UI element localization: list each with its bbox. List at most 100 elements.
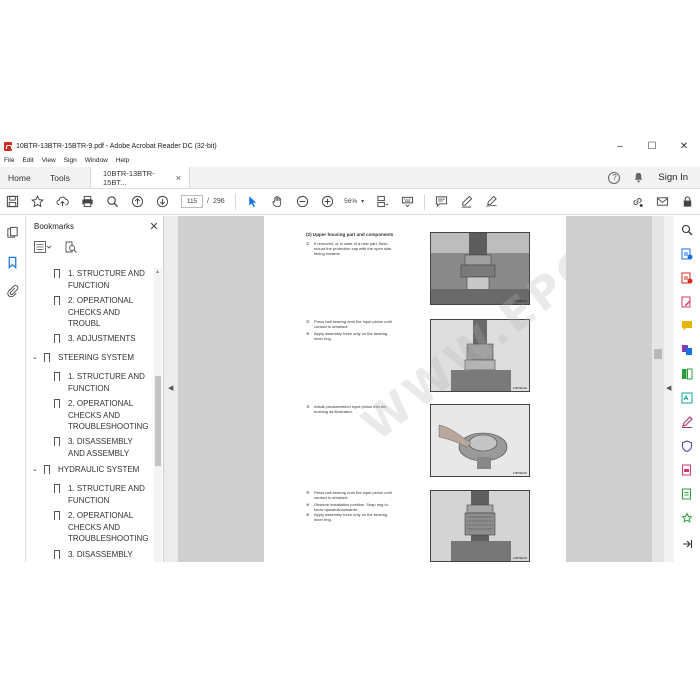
scroll-up-icon[interactable]: ▲ <box>155 269 160 275</box>
page-number-input[interactable]: 115 <box>181 195 203 208</box>
figure-image <box>431 320 529 391</box>
highlight-button[interactable] <box>454 191 479 213</box>
keyboard-tool-button[interactable] <box>395 191 420 213</box>
figure-image <box>431 491 529 561</box>
bell-icon <box>634 172 643 183</box>
previous-page-button[interactable] <box>125 191 150 213</box>
find-button[interactable] <box>100 191 125 213</box>
bookmark-ribbon-icon <box>44 353 50 365</box>
page-thumbnails-icon[interactable] <box>6 226 19 239</box>
zoom-search-icon[interactable] <box>681 224 693 236</box>
bookmark-item[interactable]: 3. ADJUSTMENTS <box>54 333 136 346</box>
chevron-down-icon: ▼ <box>360 198 366 205</box>
section-heading: (2) Upper housing part and components <box>306 232 394 237</box>
print-button[interactable] <box>75 191 100 213</box>
bookmark-section[interactable]: ⌄ STEERING SYSTEM <box>30 352 134 365</box>
bookmark-item[interactable]: 2. OPERATIONAL CHECKS AND TROUBLESHOOTIN… <box>54 398 148 433</box>
protect-button[interactable] <box>675 191 700 213</box>
note-mark: ※ <box>306 512 310 517</box>
figure-photo: 10BT9EX02 <box>430 319 530 392</box>
close-window-button[interactable]: ✕ <box>668 141 700 152</box>
email-button[interactable] <box>650 191 675 213</box>
comment-button[interactable] <box>429 191 454 213</box>
bookmarks-header: Bookmarks ✕ <box>26 216 163 236</box>
document-view: ◀ (2) Upper housing part and components … <box>164 216 664 562</box>
bookmark-item[interactable]: 2. OPERATIONAL CHECKS AND TROUBL <box>54 295 133 330</box>
zoom-level-select[interactable]: 56% ▼ <box>340 195 370 208</box>
close-panel-icon[interactable]: ✕ <box>145 220 163 233</box>
zoom-out-button[interactable] <box>290 191 315 213</box>
bookmark-panel-icon[interactable] <box>6 256 19 269</box>
bookmark-item[interactable]: 1. STRUCTURE AND FUNCTION <box>54 371 145 394</box>
page-layout-button[interactable] <box>370 191 395 213</box>
menu-sign[interactable]: Sign <box>64 157 77 164</box>
select-tool-button[interactable] <box>240 191 265 213</box>
bookmark-line: 3. DISASSEMBLY <box>68 550 133 559</box>
keyboard-icon <box>401 196 413 208</box>
edit-pdf-icon[interactable] <box>681 296 693 308</box>
bookmark-line: 2. OPERATIONAL <box>68 399 134 408</box>
next-page-button[interactable] <box>150 191 175 213</box>
bookmarks-scrollbar[interactable]: ▲ <box>154 268 162 562</box>
bookmark-item[interactable]: 1. STRUCTURE AND FUNCTION <box>54 268 145 291</box>
bookmark-star-button[interactable] <box>25 191 50 213</box>
help-button[interactable]: ? <box>602 167 626 188</box>
upload-button[interactable] <box>50 191 75 213</box>
bookmark-item[interactable]: 1. STRUCTURE AND FUNCTION <box>54 483 145 506</box>
attachments-icon[interactable] <box>6 284 19 297</box>
draw-button[interactable] <box>479 191 504 213</box>
toolbar-divider <box>423 193 425 210</box>
menu-edit[interactable]: Edit <box>22 157 33 164</box>
collapse-right-pane-icon[interactable] <box>681 538 693 550</box>
bookmark-ribbon-icon <box>54 372 60 384</box>
menu-help[interactable]: Help <box>116 157 129 164</box>
share-link-button[interactable] <box>625 191 650 213</box>
tab-document[interactable]: 10BTR-13BTR-15BT... × <box>90 167 190 188</box>
minimize-button[interactable]: – <box>604 141 636 152</box>
collapse-panel-button[interactable]: ◀ <box>164 216 178 562</box>
bookmark-section[interactable]: ⌄ HYDRAULIC SYSTEM <box>30 464 139 477</box>
document-scrollbar[interactable] <box>652 216 664 562</box>
tab-tools[interactable]: Tools <box>42 167 90 188</box>
fill-sign-icon[interactable] <box>681 416 693 428</box>
bookmark-item[interactable]: 3. DISASSEMBLY <box>54 549 133 562</box>
bookmark-line: AND ASSEMBLY <box>68 448 130 458</box>
zoom-in-button[interactable] <box>315 191 340 213</box>
bookmark-item[interactable]: 3. DISASSEMBLY AND ASSEMBLY <box>54 436 133 459</box>
combine-files-icon[interactable] <box>681 344 693 356</box>
scrollbar-thumb[interactable] <box>654 349 662 359</box>
scrollbar-thumb[interactable] <box>155 376 161 466</box>
save-button[interactable] <box>0 191 25 213</box>
menu-view[interactable]: View <box>42 157 56 164</box>
menu-window[interactable]: Window <box>85 157 108 164</box>
create-pdf-icon[interactable] <box>681 272 693 284</box>
notifications-button[interactable] <box>626 167 650 188</box>
find-bookmark-button[interactable] <box>62 240 80 254</box>
expand-tools-pane-button[interactable]: ◀ <box>664 216 674 562</box>
protect-shield-icon[interactable] <box>681 440 693 452</box>
hand-tool-button[interactable] <box>265 191 290 213</box>
pdf-page: (2) Upper housing part and components ① … <box>264 216 566 562</box>
menu-file[interactable]: File <box>4 157 14 164</box>
more-tools-icon[interactable] <box>681 512 693 524</box>
sign-in-button[interactable]: Sign In <box>650 167 700 188</box>
bookmark-options-button[interactable] <box>34 240 52 254</box>
pdf-app-icon <box>4 141 12 151</box>
compress-icon[interactable] <box>681 488 693 500</box>
note-line: inner ring. <box>314 517 332 522</box>
envelope-icon <box>656 197 669 206</box>
bookmark-item[interactable]: 2. OPERATIONAL CHECKS AND TROUBLESHOOTIN… <box>54 510 148 545</box>
tab-home[interactable]: Home <box>0 167 42 188</box>
organize-pages-icon[interactable] <box>681 368 693 380</box>
export-pdf-icon[interactable] <box>681 248 693 260</box>
scan-ocr-icon[interactable] <box>681 392 693 404</box>
comment-tool-icon[interactable] <box>681 320 693 332</box>
bookmark-ribbon-icon <box>44 465 50 477</box>
bookmark-line: 2. OPERATIONAL <box>68 296 134 305</box>
figure-image <box>431 233 529 304</box>
close-tab-icon[interactable]: × <box>176 173 181 183</box>
redact-icon[interactable] <box>681 464 693 476</box>
link-icon <box>633 198 643 207</box>
step-number: ① <box>306 241 310 246</box>
maximize-button[interactable]: ☐ <box>636 141 668 152</box>
